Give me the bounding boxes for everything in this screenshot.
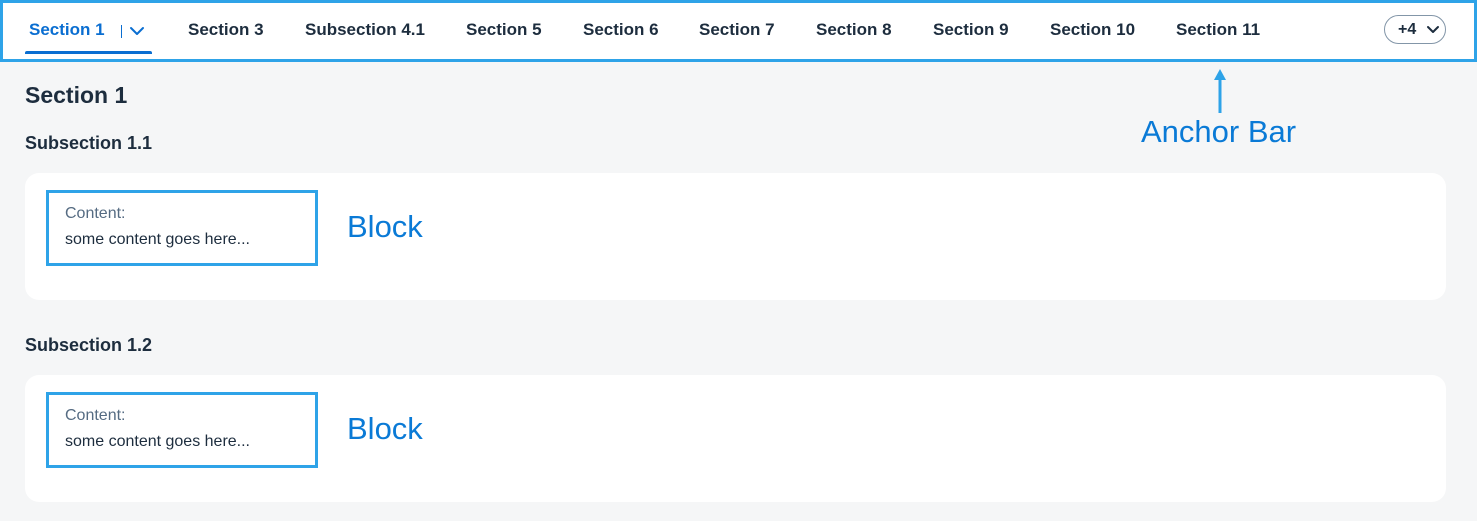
anchor-bar: Section 1 Section 3 Subsection 4.1 Secti… xyxy=(0,0,1477,62)
anchor-bar-annotation: Anchor Bar xyxy=(1141,114,1297,149)
block-annotation: Block xyxy=(347,209,423,244)
tab-section-7[interactable]: Section 7 xyxy=(699,20,775,40)
chevron-down-icon xyxy=(1427,26,1439,33)
selected-tab-indicator xyxy=(25,51,152,54)
tab-section-9[interactable]: Section 9 xyxy=(933,20,1009,40)
content-value: some content goes here... xyxy=(65,231,250,248)
content-value: some content goes here... xyxy=(65,433,250,450)
tab-section-6[interactable]: Section 6 xyxy=(583,20,659,40)
arrow-up-icon xyxy=(1214,69,1226,113)
tab-section-1[interactable]: Section 1 xyxy=(29,20,105,40)
chevron-down-icon[interactable] xyxy=(128,22,146,40)
overflow-button[interactable]: +4 xyxy=(1384,15,1446,44)
subsection-title: Subsection 1.1 xyxy=(25,133,153,153)
subsection-card: Content: some content goes here... Block xyxy=(25,173,1446,300)
overflow-count: +4 xyxy=(1398,21,1417,38)
block-annotation: Block xyxy=(347,411,423,446)
content-label: Content: xyxy=(65,205,126,222)
content-block: Content: some content goes here... xyxy=(46,392,318,468)
subsection-title: Subsection 1.2 xyxy=(25,335,153,355)
tab-section-11[interactable]: Section 11 xyxy=(1176,20,1260,40)
tab-subsection-4-1[interactable]: Subsection 4.1 xyxy=(305,20,425,40)
content-label: Content: xyxy=(65,407,126,424)
tab-section-8[interactable]: Section 8 xyxy=(816,20,892,40)
tab-separator xyxy=(121,25,122,38)
section-title: Section 1 xyxy=(25,82,128,108)
content-block: Content: some content goes here... xyxy=(46,190,318,266)
tab-section-5[interactable]: Section 5 xyxy=(466,20,542,40)
subsection-card: Content: some content goes here... Block xyxy=(25,375,1446,502)
tab-section-10[interactable]: Section 10 xyxy=(1050,20,1135,40)
tab-section-3[interactable]: Section 3 xyxy=(188,20,264,40)
